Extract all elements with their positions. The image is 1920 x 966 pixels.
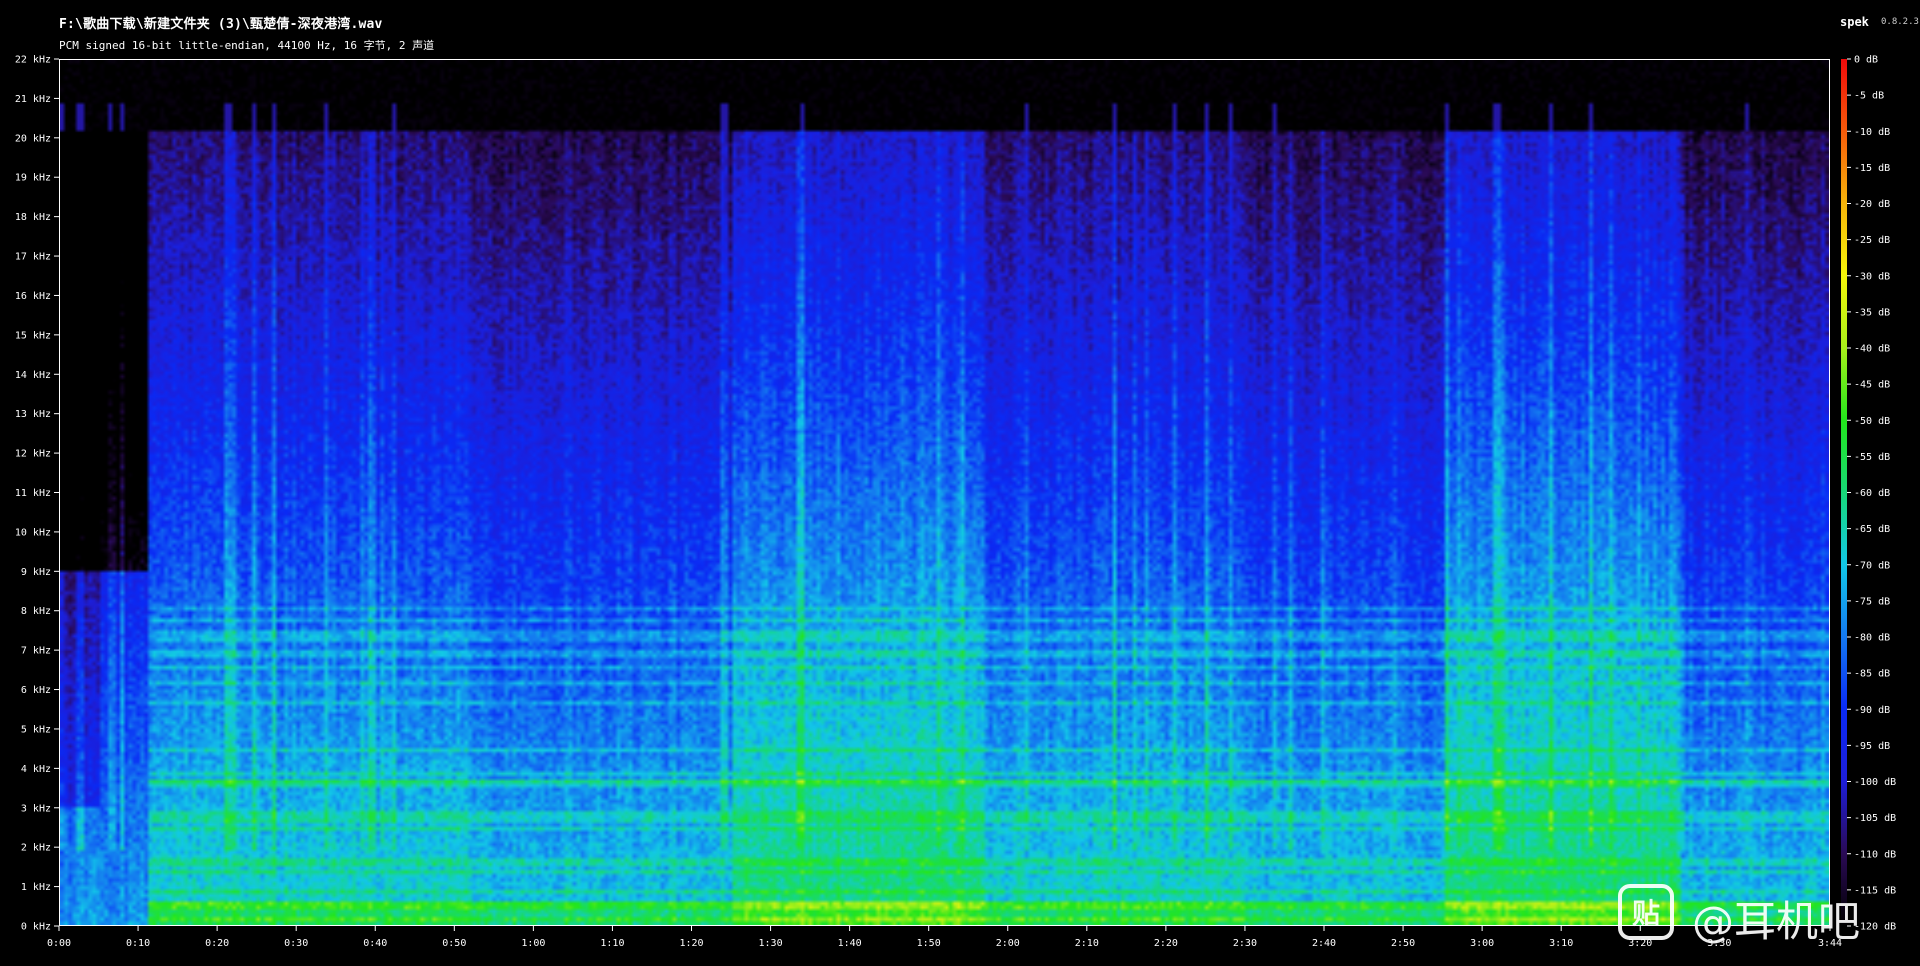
colorbar-tick-label: -70 dB [1854,560,1890,571]
spek-window: F:\歌曲下载\新建文件夹 (3)\甄楚倩-深夜港湾.wav PCM signe… [0,0,1920,966]
y-tick-label: 19 kHz [15,173,51,184]
colorbar-tick-label: -105 dB [1854,813,1896,824]
colorbar-tick-label: -95 dB [1854,741,1890,752]
colorbar-tick-label: -20 dB [1854,199,1890,210]
colorbar-tick-label: -60 dB [1854,488,1890,499]
y-tick-label: 18 kHz [15,212,51,223]
time-axis: 0:00 0:10 0:20 0:30 0:40 0:50 1:00 1:10 1:20 1:30… [47,926,1842,949]
spectrogram-chart: 0 kHz 1 kHz 2 kHz 3 kHz 4 kHz 5 kHz 6 kHz 7 kHz… [15,55,1896,950]
x-tick-label: 0:10 [126,938,150,949]
y-tick-label: 13 kHz [15,409,51,420]
y-tick-label: 2 kHz [21,843,51,854]
watermark-text: @耳机吧 [1692,897,1861,946]
x-tick-label: 0:30 [284,938,308,949]
y-tick-label: 7 kHz [21,646,51,657]
colorbar-tick-label: -80 dB [1854,633,1890,644]
spectrogram-layer [60,60,1829,925]
x-tick-label: 2:40 [1312,938,1336,949]
colorbar-tick-label: -35 dB [1854,307,1890,318]
x-tick-label: 3:10 [1549,938,1573,949]
colorbar-tick-label: -90 dB [1854,705,1890,716]
y-tick-label: 16 kHz [15,291,51,302]
colorbar-tick-label: -30 dB [1854,271,1890,282]
y-tick-label: 11 kHz [15,488,51,499]
y-tick-label: 12 kHz [15,449,51,460]
tieba-watermark: 贴 @耳机吧 [1618,884,1908,950]
x-tick-label: 2:00 [996,938,1020,949]
y-tick-label: 1 kHz [21,882,51,893]
x-tick-label: 0:20 [205,938,229,949]
colorbar-tick-label: -85 dB [1854,669,1890,680]
y-tick-label: 0 kHz [21,922,51,933]
colorbar-tick-label: -45 dB [1854,380,1890,391]
x-tick-label: 0:40 [363,938,387,949]
x-tick-label: 2:50 [1391,938,1415,949]
colorbar-tick-label: -50 dB [1854,416,1890,427]
y-tick-label: 8 kHz [21,606,51,617]
colorbar-tick-label: -55 dB [1854,452,1890,463]
x-tick-label: 0:00 [47,938,71,949]
x-tick-label: 0:50 [442,938,466,949]
y-tick-label: 9 kHz [21,567,51,578]
colorbar-tick-label: -110 dB [1854,849,1896,860]
y-tick-label: 4 kHz [21,764,51,775]
y-tick-label: 22 kHz [15,55,51,66]
colorbar-axis: 0 dB -5 dB -10 dB -15 dB -20 dB -25 dB -30 dB -… [1847,55,1896,933]
tieba-logo-glyph: 贴 [1631,897,1660,930]
colorbar-tick-label: 0 dB [1854,55,1878,66]
y-tick-label: 17 kHz [15,252,51,263]
x-tick-label: 1:40 [838,938,862,949]
x-tick-label: 1:10 [600,938,624,949]
y-tick-label: 21 kHz [15,94,51,105]
spectrogram-image [60,60,1829,925]
colorbar-tick-label: -10 dB [1854,127,1890,138]
x-tick-label: 2:10 [1075,938,1099,949]
y-tick-label: 10 kHz [15,527,51,538]
colorbar-tick-label: -75 dB [1854,596,1890,607]
colorbar-tick-label: -100 dB [1854,777,1896,788]
y-tick-label: 14 kHz [15,370,51,381]
x-tick-label: 1:30 [759,938,783,949]
y-tick-label: 20 kHz [15,133,51,144]
x-tick-label: 3:00 [1470,938,1494,949]
x-tick-label: 2:20 [1154,938,1178,949]
y-tick-label: 3 kHz [21,803,51,814]
x-tick-label: 1:20 [679,938,703,949]
y-tick-label: 15 kHz [15,330,51,341]
colorbar-tick-label: -15 dB [1854,163,1890,174]
frequency-axis: 0 kHz 1 kHz 2 kHz 3 kHz 4 kHz 5 kHz 6 kHz 7 kHz… [15,55,59,933]
colorbar-tick-label: -5 dB [1854,91,1884,102]
x-tick-label: 2:30 [1233,938,1257,949]
y-tick-label: 5 kHz [21,724,51,735]
x-tick-label: 1:50 [917,938,941,949]
colorbar-tick-label: -40 dB [1854,344,1890,355]
y-tick-label: 6 kHz [21,685,51,696]
x-tick-label: 1:00 [521,938,545,949]
colorbar-tick-label: -65 dB [1854,524,1890,535]
colorbar [1841,59,1847,926]
colorbar-tick-label: -25 dB [1854,235,1890,246]
